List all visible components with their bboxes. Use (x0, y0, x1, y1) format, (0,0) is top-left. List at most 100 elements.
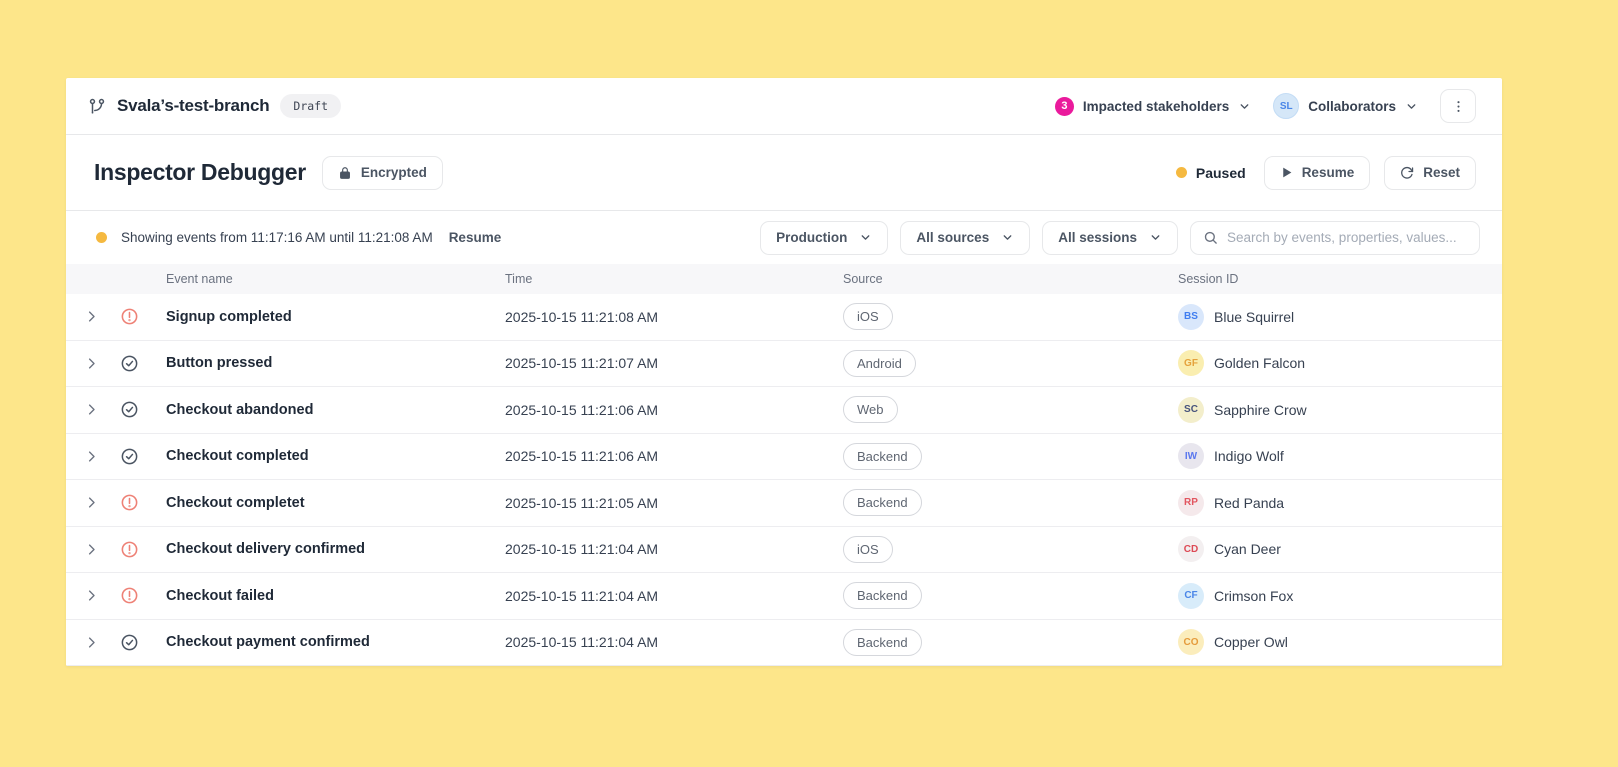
sources-value: All sources (916, 230, 990, 245)
session-avatar: BS (1178, 303, 1204, 330)
session-name: Crimson Fox (1214, 587, 1294, 604)
table-row[interactable]: Checkout completet 2025-10-15 11:21:05 A… (66, 480, 1502, 527)
event-name: Signup completed (166, 308, 292, 325)
search-box (1190, 220, 1480, 255)
header-actions: 3 Impacted stakeholders SL Collaborators (1054, 89, 1476, 123)
expand-row-button[interactable] (82, 633, 101, 652)
alert-circle-icon (120, 307, 139, 326)
column-header-session-id: Session ID (1178, 272, 1239, 286)
expand-row-button[interactable] (82, 447, 101, 466)
stakeholders-count-badge: 3 (1054, 96, 1074, 116)
recording-paused-dot (96, 232, 107, 243)
table-row[interactable]: Button pressed 2025-10-15 11:21:07 AM An… (66, 340, 1502, 387)
table-body: Signup completed 2025-10-15 11:21:08 AM … (66, 294, 1502, 666)
chevron-right-icon (84, 309, 99, 324)
stakeholders-label: Impacted stakeholders (1082, 98, 1230, 114)
reset-button[interactable]: Reset (1384, 155, 1476, 190)
collaborator-avatar: SL (1273, 93, 1300, 119)
table-row[interactable]: Checkout completed 2025-10-15 11:21:06 A… (66, 433, 1502, 480)
toolbar: Inspector Debugger Encrypted Paused Resu… (66, 135, 1502, 211)
alert-circle-icon (120, 540, 139, 559)
reset-label: Reset (1423, 165, 1460, 180)
expand-row-button[interactable] (82, 493, 101, 512)
check-circle-icon (120, 447, 139, 466)
expand-row-button[interactable] (82, 586, 101, 605)
inspector-card: Svala’s-test-branch Draft 3 Impacted sta… (66, 78, 1502, 666)
table-row[interactable]: Checkout payment confirmed 2025-10-15 11… (66, 619, 1502, 666)
play-icon (1280, 166, 1293, 179)
alert-circle-icon (120, 493, 139, 512)
events-window-status: Showing events from 11:17:16 AM until 11… (96, 230, 501, 245)
event-name: Button pressed (166, 355, 273, 372)
alert-circle-icon (120, 586, 139, 605)
collaborators-label: Collaborators (1308, 98, 1396, 114)
draft-badge: Draft (280, 94, 342, 118)
toolbar-left: Inspector Debugger Encrypted (94, 155, 443, 190)
kebab-menu-icon (1451, 99, 1466, 114)
table-row[interactable]: Checkout delivery confirmed 2025-10-15 1… (66, 526, 1502, 573)
expand-row-button[interactable] (82, 354, 101, 373)
table-row[interactable]: Checkout failed 2025-10-15 11:21:04 AM B… (66, 573, 1502, 620)
git-branch-icon (88, 97, 106, 115)
paused-dot (1175, 167, 1187, 178)
session-avatar: RP (1178, 489, 1204, 516)
branch-header: Svala’s-test-branch Draft 3 Impacted sta… (66, 78, 1502, 135)
collaborators-button[interactable]: SL Collaborators (1273, 93, 1418, 119)
chevron-down-icon (859, 231, 872, 244)
event-name: Checkout payment confirmed (166, 634, 370, 651)
expand-row-button[interactable] (82, 540, 101, 559)
source-badge: Backend (843, 442, 922, 470)
impacted-stakeholders-button[interactable]: 3 Impacted stakeholders (1054, 96, 1251, 116)
toolbar-right: Paused Resume Reset (1175, 155, 1476, 190)
check-circle-icon (120, 400, 139, 419)
session-avatar: CO (1178, 629, 1204, 656)
event-time: 2025-10-15 11:21:06 AM (505, 401, 659, 418)
filter-bar: Showing events from 11:17:16 AM until 11… (66, 211, 1502, 264)
more-options-button[interactable] (1440, 89, 1476, 123)
event-time: 2025-10-15 11:21:08 AM (505, 308, 659, 325)
search-input[interactable] (1227, 230, 1467, 245)
event-name: Checkout completed (166, 448, 309, 465)
lock-icon (338, 166, 352, 180)
branch-info: Svala’s-test-branch Draft (88, 94, 342, 118)
resume-link[interactable]: Resume (449, 230, 502, 245)
session-name: Cyan Deer (1214, 541, 1281, 558)
events-window-text: Showing events from 11:17:16 AM until 11… (121, 230, 433, 245)
session-name: Golden Falcon (1214, 355, 1306, 372)
sessions-value: All sessions (1058, 230, 1137, 245)
chevron-right-icon (84, 449, 99, 464)
event-time: 2025-10-15 11:21:06 AM (505, 448, 659, 465)
chevron-down-icon (1001, 231, 1014, 244)
table-row[interactable]: Signup completed 2025-10-15 11:21:08 AM … (66, 294, 1502, 341)
reset-icon (1400, 166, 1414, 180)
session-name: Sapphire Crow (1214, 401, 1307, 418)
event-name: Checkout delivery confirmed (166, 541, 366, 558)
resume-button[interactable]: Resume (1263, 155, 1371, 190)
expand-row-button[interactable] (82, 307, 101, 326)
source-badge: iOS (843, 303, 893, 331)
chevron-right-icon (84, 495, 99, 510)
table-row[interactable]: Checkout abandoned 2025-10-15 11:21:06 A… (66, 387, 1502, 434)
check-circle-icon (120, 354, 139, 373)
expand-row-button[interactable] (82, 400, 101, 419)
source-badge: Android (843, 349, 916, 377)
sessions-dropdown[interactable]: All sessions (1042, 220, 1178, 255)
source-badge: Backend (843, 628, 922, 656)
event-time: 2025-10-15 11:21:04 AM (505, 587, 659, 604)
source-badge: iOS (843, 535, 893, 563)
session-name: Red Panda (1214, 494, 1285, 511)
page-title: Inspector Debugger (94, 159, 306, 185)
source-badge: Backend (843, 582, 922, 610)
session-name: Blue Squirrel (1214, 308, 1295, 325)
table-header: Event name Time Source Session ID (66, 264, 1502, 294)
event-time: 2025-10-15 11:21:05 AM (505, 494, 659, 511)
column-header-time: Time (505, 272, 533, 286)
filter-controls: Production All sources All sessions (760, 220, 1480, 255)
encrypted-button[interactable]: Encrypted (321, 155, 443, 190)
environment-dropdown[interactable]: Production (760, 220, 889, 255)
sources-dropdown[interactable]: All sources (900, 220, 1031, 255)
chevron-right-icon (84, 542, 99, 557)
event-name: Checkout abandoned (166, 401, 314, 418)
paused-status: Paused (1175, 165, 1246, 181)
session-avatar: GF (1178, 350, 1204, 377)
